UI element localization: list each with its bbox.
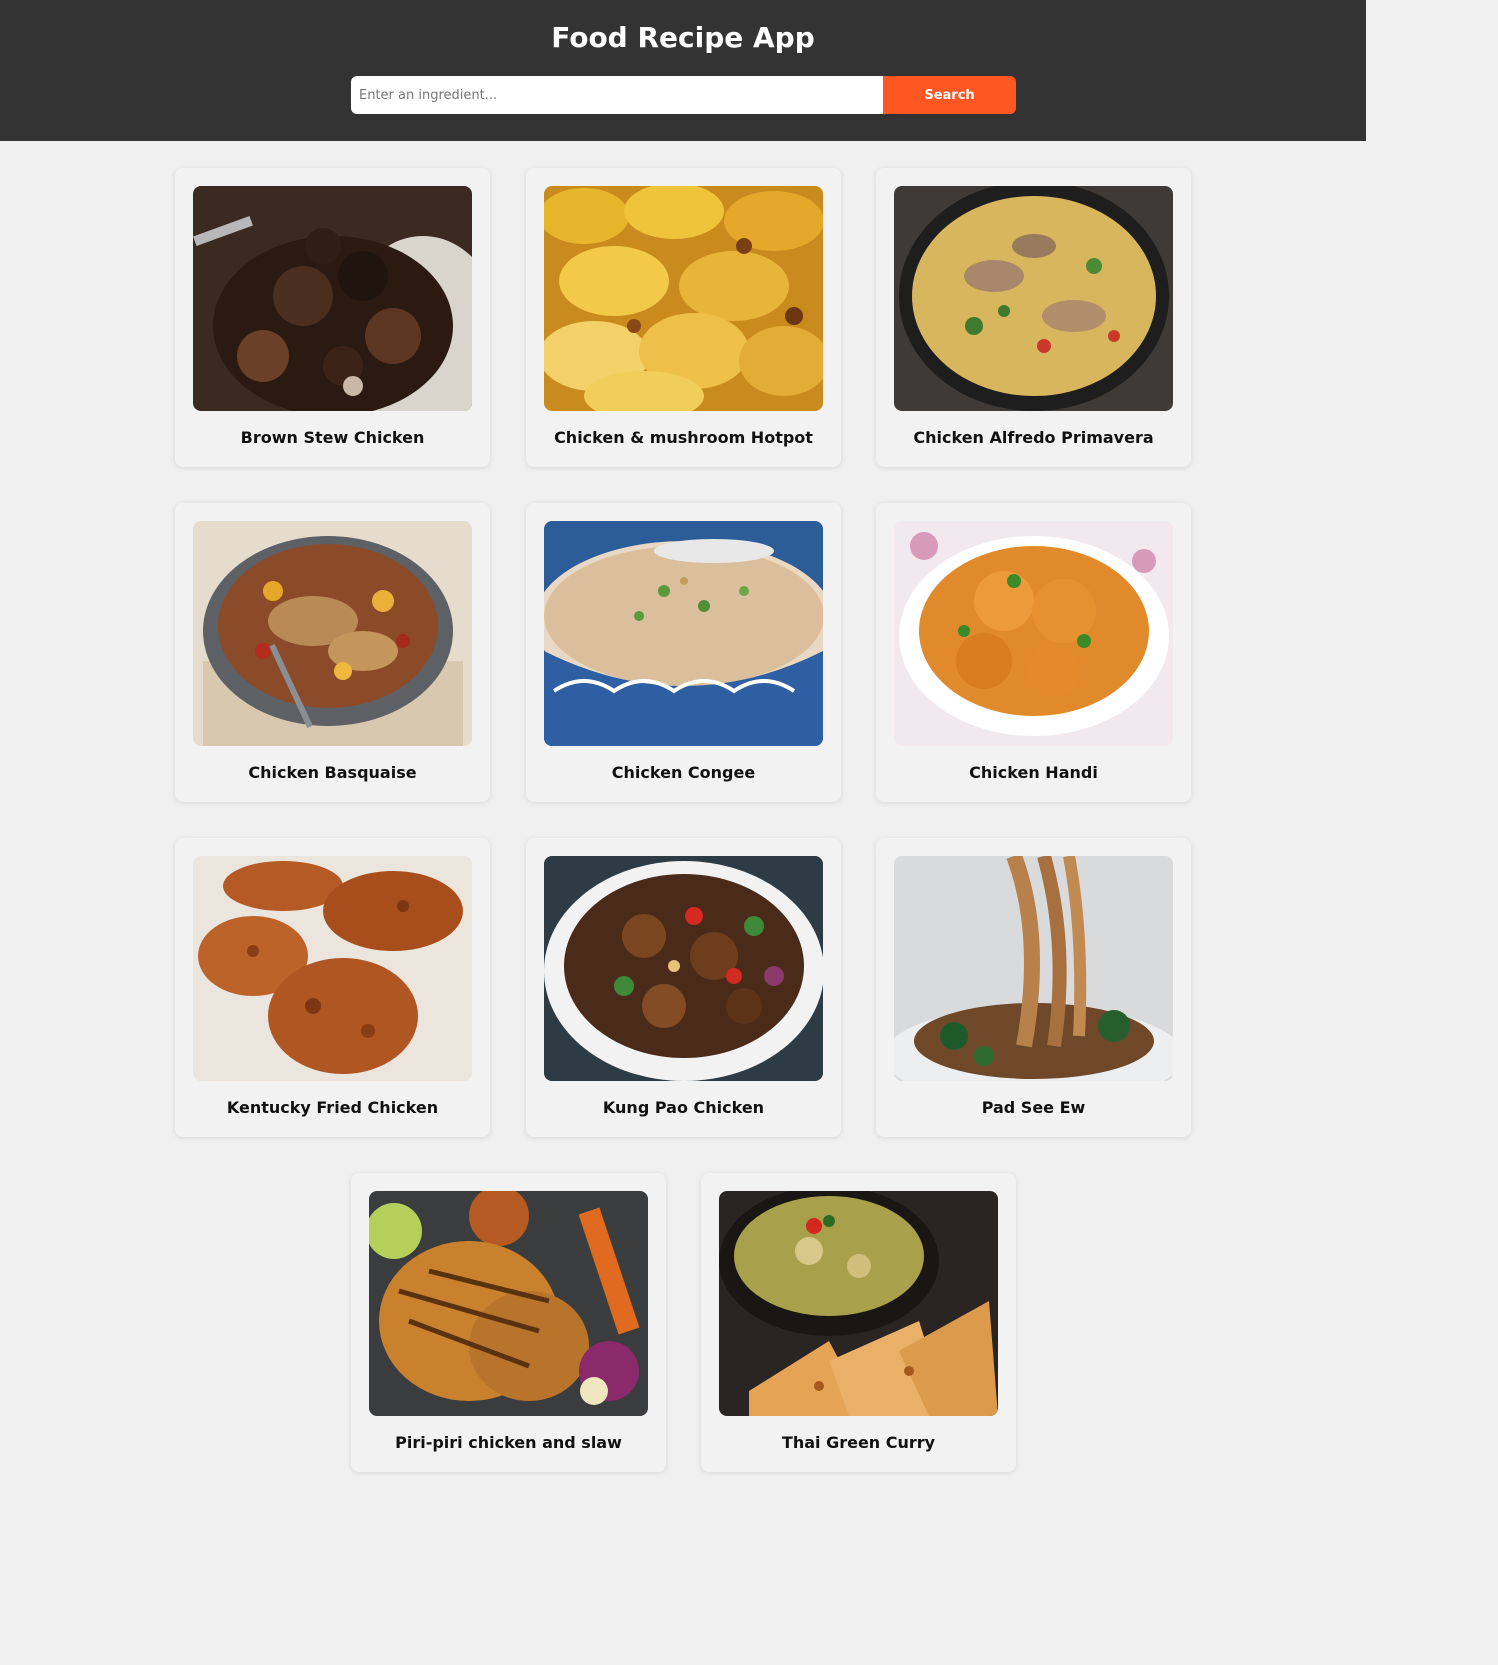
recipe-name[interactable]: Kentucky Fried Chicken bbox=[175, 1098, 490, 1118]
recipe-card[interactable]: Piri-piri chicken and slaw bbox=[351, 1173, 666, 1472]
recipe-photo-congee-bowl[interactable] bbox=[544, 521, 823, 746]
recipe-name[interactable]: Chicken Handi bbox=[876, 763, 1191, 783]
recipe-card[interactable]: Chicken Handi bbox=[876, 503, 1191, 802]
recipe-name[interactable]: Brown Stew Chicken bbox=[175, 428, 490, 448]
app-header: Food Recipe App Search bbox=[0, 0, 1366, 141]
search-button[interactable]: Search bbox=[883, 76, 1016, 114]
recipe-card[interactable]: Chicken Alfredo Primavera bbox=[876, 168, 1191, 467]
recipe-name[interactable]: Chicken Alfredo Primavera bbox=[876, 428, 1191, 448]
recipe-photo-fried-chicken[interactable] bbox=[193, 856, 472, 1081]
recipe-name[interactable]: Piri-piri chicken and slaw bbox=[351, 1433, 666, 1453]
recipe-photo-stir-fry[interactable] bbox=[544, 856, 823, 1081]
ingredient-search-input[interactable] bbox=[351, 76, 883, 114]
recipe-photo-casserole[interactable] bbox=[193, 521, 472, 746]
recipe-card[interactable]: Pad See Ew bbox=[876, 838, 1191, 1137]
app-title: Food Recipe App bbox=[551, 21, 815, 54]
recipe-photo-green-curry[interactable] bbox=[719, 1191, 998, 1416]
recipe-photo-stew-dark[interactable] bbox=[193, 186, 472, 411]
recipe-photo-noodles[interactable] bbox=[894, 856, 1173, 1081]
recipe-photo-grilled-chicken[interactable] bbox=[369, 1191, 648, 1416]
recipe-photo-potato-bake[interactable] bbox=[544, 186, 823, 411]
recipe-card[interactable]: Chicken & mushroom Hotpot bbox=[526, 168, 841, 467]
recipe-name[interactable]: Chicken Congee bbox=[526, 763, 841, 783]
recipe-card[interactable]: Thai Green Curry bbox=[701, 1173, 1016, 1472]
recipe-name[interactable]: Kung Pao Chicken bbox=[526, 1098, 841, 1118]
recipe-name[interactable]: Chicken & mushroom Hotpot bbox=[526, 428, 841, 448]
recipe-card[interactable]: Kung Pao Chicken bbox=[526, 838, 841, 1137]
recipe-card[interactable]: Kentucky Fried Chicken bbox=[175, 838, 490, 1137]
recipe-name[interactable]: Thai Green Curry bbox=[701, 1433, 1016, 1453]
recipe-name[interactable]: Pad See Ew bbox=[876, 1098, 1191, 1118]
recipe-photo-pasta-pan[interactable] bbox=[894, 186, 1173, 411]
recipe-name[interactable]: Chicken Basquaise bbox=[175, 763, 490, 783]
recipe-card[interactable]: Brown Stew Chicken bbox=[175, 168, 490, 467]
recipe-card[interactable]: Chicken Congee bbox=[526, 503, 841, 802]
recipe-photo-curry-bowl[interactable] bbox=[894, 521, 1173, 746]
recipe-card[interactable]: Chicken Basquaise bbox=[175, 503, 490, 802]
